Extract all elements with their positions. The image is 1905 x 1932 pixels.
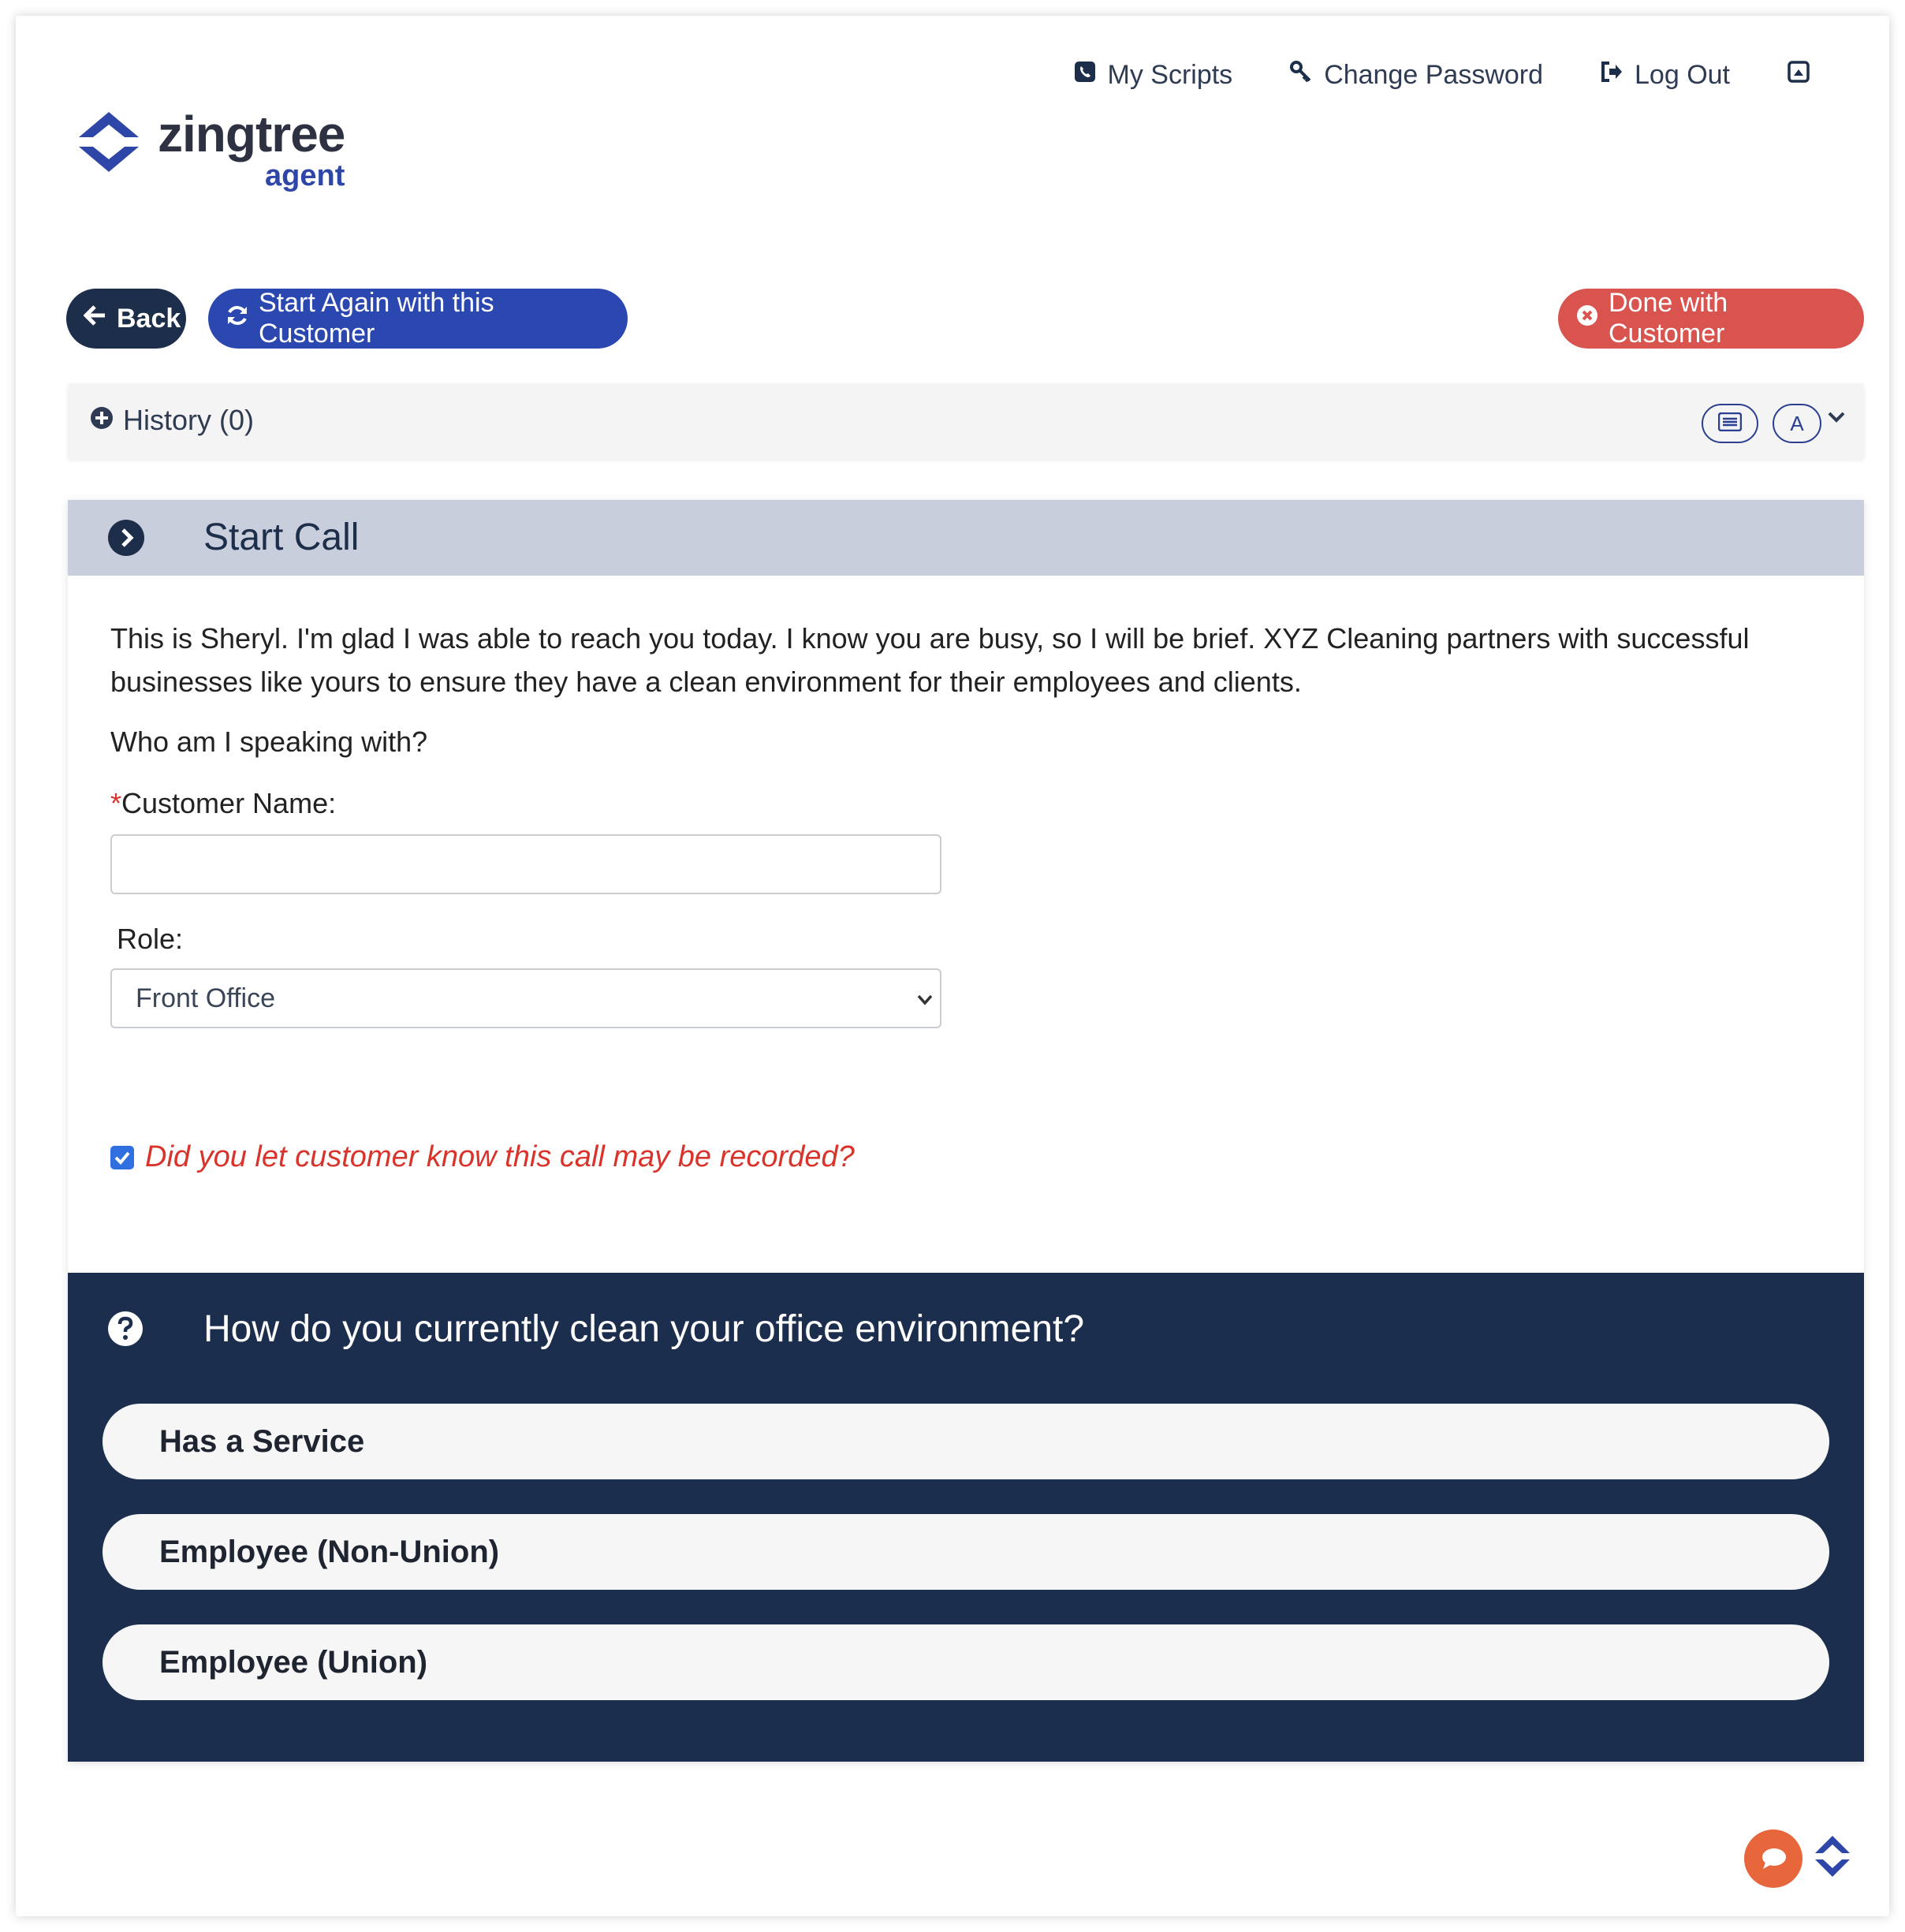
log-out-link[interactable]: Log Out xyxy=(1600,60,1730,91)
start-call-title: Start Call xyxy=(203,517,360,558)
phone-icon xyxy=(1073,60,1097,91)
logo-word: zingtree xyxy=(158,106,345,162)
select-chevron-icon xyxy=(917,994,933,1005)
plus-circle-icon xyxy=(90,404,114,437)
question-title: How do you currently clean your office e… xyxy=(203,1308,1085,1350)
recorded-checkbox[interactable] xyxy=(110,1145,134,1169)
role-selected-value: Front Office xyxy=(136,983,275,1013)
done-with-customer-button[interactable]: Done with Customer xyxy=(1558,288,1864,349)
times-circle-icon xyxy=(1575,304,1599,334)
start-again-label: Start Again with this Customer xyxy=(259,288,494,349)
arrow-left-icon xyxy=(83,304,107,334)
start-again-button[interactable]: Start Again with this Customer xyxy=(208,288,628,349)
font-size-button[interactable]: A xyxy=(1773,404,1821,443)
option-has-a-service[interactable]: Has a Service xyxy=(103,1404,1829,1479)
change-password-link[interactable]: Change Password xyxy=(1289,60,1543,91)
account-button[interactable] xyxy=(1787,60,1810,91)
chat-bubble-icon xyxy=(1762,1848,1786,1869)
customer-name-label: *Customer Name: xyxy=(110,787,336,820)
script-body-text: This is Sheryl. I'm glad I was able to r… xyxy=(110,622,1750,698)
start-call-panel: Start Call This is Sheryl. I'm glad I wa… xyxy=(68,500,1864,1762)
back-label: Back xyxy=(117,303,181,334)
history-label: History (0) xyxy=(123,404,255,436)
option-employee-union[interactable]: Employee (Union) xyxy=(103,1624,1829,1700)
speaking-question: Who am I speaking with? xyxy=(110,725,428,758)
recorded-checkbox-label: Did you let customer know this call may … xyxy=(145,1140,855,1173)
my-scripts-link[interactable]: My Scripts xyxy=(1073,60,1233,91)
chat-button[interactable] xyxy=(1744,1829,1802,1888)
logo-subtitle: agent xyxy=(265,159,345,192)
back-button[interactable]: Back xyxy=(66,289,186,349)
chevron-circle-right-icon xyxy=(108,520,144,556)
done-label: Done with Customer xyxy=(1609,288,1728,349)
zingtree-logo-icon xyxy=(79,112,139,172)
customer-name-label-text: Customer Name: xyxy=(121,787,337,819)
zingtree-logo: zingtree agent xyxy=(76,109,345,191)
history-toggle[interactable]: History (0) xyxy=(90,404,254,437)
change-password-label: Change Password xyxy=(1324,60,1544,90)
notes-button[interactable] xyxy=(1702,404,1758,443)
my-scripts-label: My Scripts xyxy=(1107,60,1233,90)
zingtree-mini-logo-icon[interactable] xyxy=(1814,1834,1851,1878)
notes-icon xyxy=(1717,412,1743,435)
question-panel: How do you currently clean your office e… xyxy=(68,1273,1864,1762)
user-box-icon xyxy=(1787,60,1810,91)
question-circle-icon xyxy=(108,1311,143,1346)
sign-out-icon xyxy=(1600,60,1624,91)
role-label: Role: xyxy=(117,923,184,955)
refresh-icon xyxy=(226,304,249,334)
top-nav: My Scripts Change Password Log Out xyxy=(1073,60,1811,91)
history-bar: History (0) A xyxy=(68,383,1864,459)
role-select[interactable]: Front Office xyxy=(110,968,941,1028)
customer-name-input[interactable] xyxy=(110,834,941,894)
log-out-label: Log Out xyxy=(1635,60,1730,90)
option-employee-non-union[interactable]: Employee (Non-Union) xyxy=(103,1514,1829,1590)
start-call-header: Start Call xyxy=(68,500,1864,576)
app-window: My Scripts Change Password Log Out zingt… xyxy=(16,16,1889,1916)
checkmark-icon xyxy=(114,1151,130,1165)
recorded-checkbox-row: Did you let customer know this call may … xyxy=(110,1140,855,1174)
key-icon xyxy=(1289,60,1313,91)
chevron-down-icon[interactable] xyxy=(1826,407,1847,427)
required-asterisk: * xyxy=(110,787,122,819)
